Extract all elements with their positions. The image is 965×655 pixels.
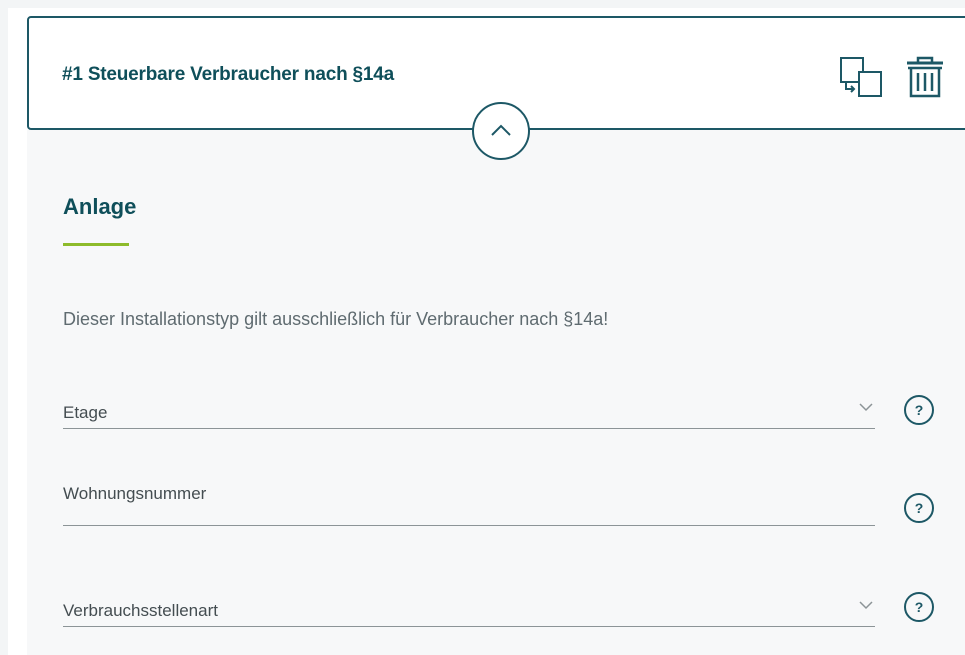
etage-underline [63, 428, 875, 429]
verbrauchsstellenart-label: Verbrauchsstellenart [63, 601, 218, 620]
chevron-up-icon [491, 124, 511, 136]
accordion-title: #1 Steuerbare Verbraucher nach §14a [62, 64, 395, 85]
page-background-left [0, 0, 8, 655]
section-title-underline [63, 243, 129, 246]
page-background-top [0, 0, 965, 8]
wohnungsnummer-underline [63, 525, 875, 526]
section-title: Anlage [63, 194, 137, 219]
copy-icon[interactable] [839, 56, 885, 102]
wohnungsnummer-input[interactable]: Wohnungsnummer [63, 484, 875, 526]
wohnungsnummer-help-icon[interactable]: ? [904, 493, 934, 523]
trash-icon[interactable] [903, 54, 947, 100]
verbrauchsstellenart-select[interactable]: Verbrauchsstellenart [63, 597, 875, 627]
chevron-down-icon [859, 601, 873, 610]
info-text: Dieser Installationstyp gilt ausschließl… [63, 309, 609, 329]
etage-select[interactable]: Etage [63, 399, 875, 429]
chevron-down-icon [859, 403, 873, 412]
verbrauchsstellenart-underline [63, 626, 875, 627]
wohnungsnummer-label: Wohnungsnummer [63, 484, 207, 503]
etage-help-icon[interactable]: ? [904, 395, 934, 425]
etage-label: Etage [63, 403, 108, 422]
collapse-toggle-button[interactable] [472, 102, 530, 160]
verbrauchsstellenart-help-icon[interactable]: ? [904, 592, 934, 622]
form-panel [27, 130, 965, 655]
